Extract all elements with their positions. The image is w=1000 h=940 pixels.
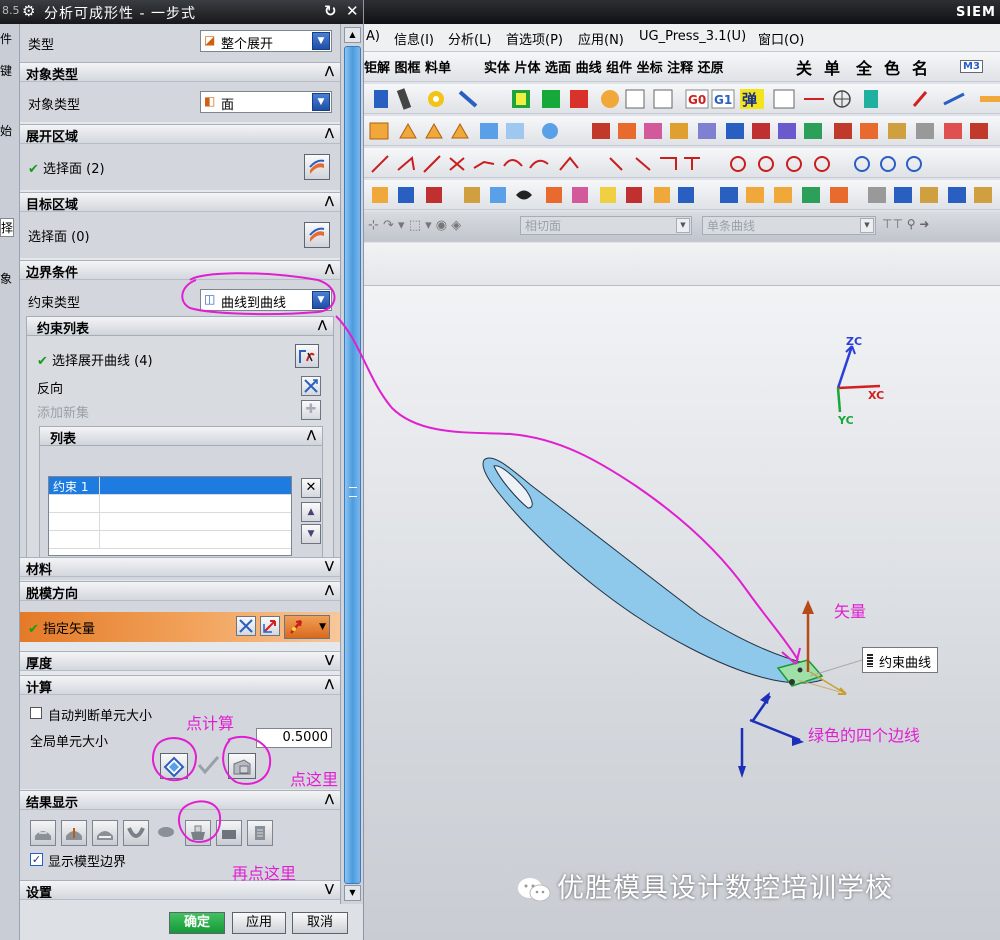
wcs-triad [836, 345, 881, 413]
constraint-curve-tooltip: 约束曲线 [862, 647, 939, 673]
watermark-text: 优胜模具设计数控培训学校 [557, 873, 893, 904]
annotation-click-compute: 点计算 [186, 714, 235, 733]
blue-direction-arrows [740, 695, 801, 774]
wechat-icon [517, 877, 551, 903]
annotation-click-here: 点这里 [290, 770, 339, 789]
annotation-overlay: ZC XC YC [152, 272, 884, 843]
zc-label: ZC [846, 335, 862, 348]
arrow-head-icon [760, 692, 770, 704]
arrow-head-icon [792, 736, 804, 746]
annotation-vector: 矢量 [834, 602, 867, 621]
magenta-markup [152, 272, 801, 843]
xc-label: XC [868, 389, 884, 402]
sheet-part[interactable] [482, 457, 863, 695]
annotation-green-edges: 绿色的四个边线 [808, 726, 921, 745]
annotation-click-here-again: 再点这里 [232, 864, 297, 883]
yc-label: YC [837, 414, 854, 427]
watermark: 优胜模具设计数控培训学校 [517, 866, 893, 905]
arrow-head-icon [738, 766, 746, 778]
